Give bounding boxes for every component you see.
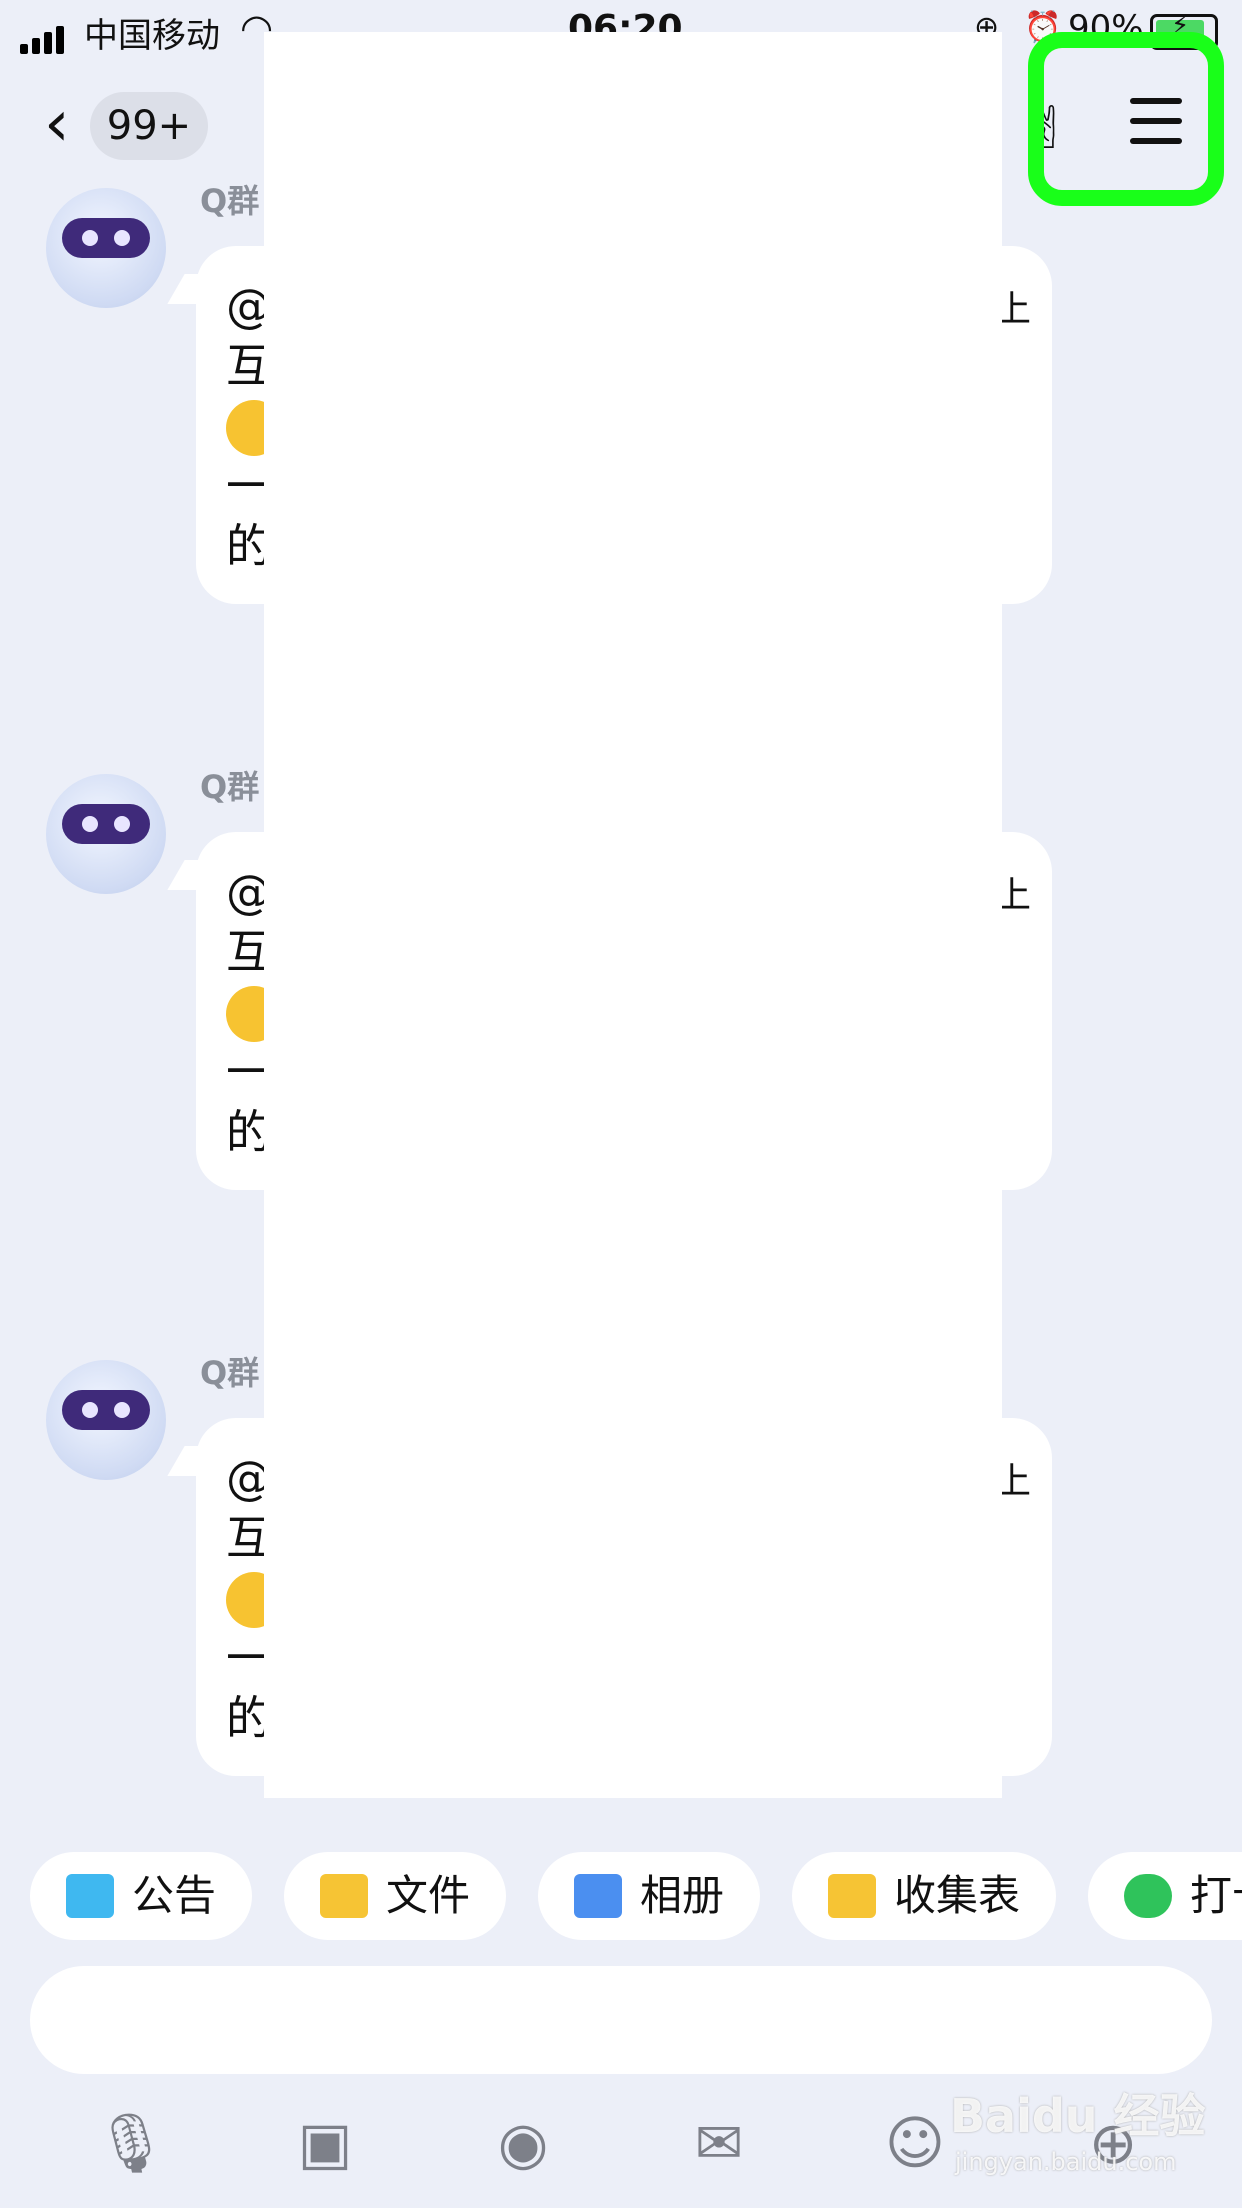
- signal-icon: [20, 14, 68, 54]
- watermark-url: jingyan.baidu.com: [955, 2148, 1177, 2176]
- image-icon[interactable]: ▣: [290, 2108, 360, 2178]
- microphone-icon[interactable]: 🎙: [94, 2108, 168, 2178]
- watermark-brand: Baidu 经验: [950, 2089, 1206, 2143]
- camera-icon[interactable]: ◉: [488, 2108, 558, 2178]
- tool-label: 打卡: [1190, 1871, 1242, 1920]
- message-input[interactable]: [30, 1966, 1212, 2074]
- tool-label: 收集表: [894, 1871, 1021, 1920]
- sender-name: Q群: [200, 768, 260, 806]
- form-icon: [828, 1874, 876, 1918]
- back-chevron-icon[interactable]: ‹: [44, 92, 70, 156]
- tool-collection-form[interactable]: 收集表: [792, 1852, 1056, 1940]
- sender-name: Q群: [200, 182, 260, 220]
- checkin-icon: [1124, 1874, 1172, 1918]
- sender-name: Q群: [200, 1354, 260, 1392]
- quick-tools-bar: 公告 文件 相册 收集表 打卡: [0, 1830, 1242, 1940]
- tool-label: 文件: [386, 1871, 471, 1920]
- bot-avatar[interactable]: [46, 774, 166, 894]
- tool-label: 公告: [132, 1871, 217, 1920]
- bot-avatar[interactable]: [46, 1360, 166, 1480]
- tool-announcement[interactable]: 公告: [30, 1852, 252, 1940]
- tool-files[interactable]: 文件: [284, 1852, 506, 1940]
- menu-icon[interactable]: [1130, 98, 1182, 158]
- emoji-icon[interactable]: ☺: [880, 2108, 950, 2178]
- tool-label: 相册: [640, 1871, 725, 1920]
- red-envelope-icon[interactable]: ✉: [684, 2108, 754, 2178]
- carrier-name: 中国移动: [84, 16, 220, 56]
- tool-checkin[interactable]: 打卡: [1088, 1852, 1242, 1940]
- redaction-overlay: [264, 32, 1002, 1798]
- menu-highlight-box: [1028, 32, 1224, 206]
- bot-avatar[interactable]: [46, 188, 166, 308]
- megaphone-icon: [66, 1874, 114, 1918]
- folder-icon: [320, 1874, 368, 1918]
- tool-album[interactable]: 相册: [538, 1852, 760, 1940]
- unread-count-badge[interactable]: 99+: [90, 92, 208, 160]
- album-icon: [574, 1874, 622, 1918]
